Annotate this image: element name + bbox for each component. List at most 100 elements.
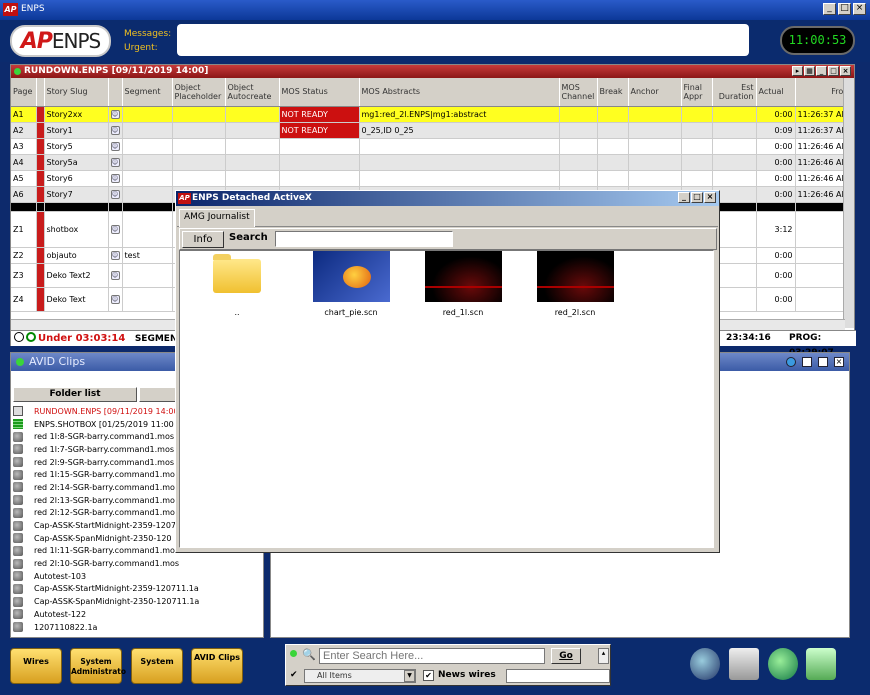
rundown-cell-mos[interactable]: NOT READY [279,106,360,123]
dropdown-arrow-icon[interactable]: ▼ [404,670,415,682]
dialog-titlebar[interactable]: AP ENPS Detached ActiveX _ □ × [176,191,719,206]
rundown-row[interactable]: A3 Story5 ☺ 0:00 11:26:46 AM [11,138,852,155]
rundown-cell-actual[interactable]: 0:00 [756,186,796,203]
rundown-cell-actual[interactable]: 0:09 [756,122,796,139]
avid-clip-item[interactable]: red 2l:10-SGR-barry.command1.mos [13,557,261,570]
printer-icon[interactable] [729,648,759,680]
panel-restore-button[interactable] [818,357,828,367]
rundown-cell-page[interactable] [11,202,37,212]
rundown-cell-actual[interactable]: 0:00 [756,170,796,187]
story-status-icon[interactable]: ☺ [108,106,123,123]
rundown-cell-abs[interactable] [359,154,560,171]
story-status-icon[interactable]: ☺ [108,138,123,155]
rundown-cell-mos[interactable] [279,154,360,171]
rundown-cell-brk[interactable] [597,122,629,139]
rundown-cell-actual[interactable]: 0:00 [756,287,796,312]
rundown-tool-button[interactable]: ▸ [792,66,803,76]
rundown-row[interactable]: A1 Story2xx ☺ NOT READY mg1:red_2l.ENPS|mg1:… [11,106,852,123]
file-item[interactable]: chart_pie.scn [308,251,394,317]
rundown-row[interactable]: A5 Story6 ☺ 0:00 11:26:46 AM [11,170,852,187]
col-header[interactable]: Segment [122,78,173,107]
story-status-icon[interactable]: ☺ [108,287,123,312]
story-status-icon[interactable]: ☺ [108,186,123,203]
rundown-cell-anc[interactable] [628,122,682,139]
rundown-cell-page[interactable]: A3 [11,138,37,155]
search-input[interactable] [319,648,545,664]
rundown-cell-actual[interactable]: 0:00 [756,138,796,155]
all-items-check-icon[interactable]: ✔ [290,670,298,680]
rundown-cell-ch[interactable] [559,106,598,123]
story-status-icon[interactable]: ☺ [108,263,123,288]
search-options-icon[interactable]: ▴ [598,648,609,664]
rundown-vertical-scrollbar[interactable] [843,78,854,328]
story-status-icon[interactable]: ☺ [108,154,123,171]
rundown-cell-est[interactable] [712,106,757,123]
rundown-cell-actual[interactable]: 3:12 [756,211,796,248]
all-items-select[interactable]: All Items [304,669,416,683]
rundown-cell-abs[interactable] [359,170,560,187]
avid-clip-item[interactable]: Autotest-103 [13,570,261,583]
rundown-cell-brk[interactable] [597,170,629,187]
story-status-icon[interactable]: ☺ [108,247,123,264]
rundown-cell-objac[interactable] [225,154,280,171]
dialog-search-input[interactable] [275,231,453,247]
rundown-cell-page[interactable]: A5 [11,170,37,187]
rundown-cell-anc[interactable] [628,170,682,187]
file-item[interactable]: .. [194,251,280,317]
rundown-cell-brk[interactable] [597,154,629,171]
rundown-cell-slug[interactable]: Story2xx [44,106,109,123]
rundown-cell-page[interactable]: Z2 [11,247,37,264]
avid-clip-item[interactable]: Cap-ASSK-SpanMidnight-2350-120711.1a [13,595,261,608]
col-header[interactable]: Est Duration [712,78,757,107]
col-header[interactable]: MOS Channel [559,78,598,107]
col-header[interactable]: MOS Abstracts [359,78,560,107]
col-header[interactable]: Page [11,78,37,107]
file-item[interactable]: red_2l.scn [532,251,618,317]
rundown-restore-button[interactable]: □ [828,66,839,76]
rundown-cell-mos[interactable]: NOT READY [279,122,360,139]
rundown-cell-abs[interactable] [359,138,560,155]
rundown-cell-slug[interactable]: Story5a [44,154,109,171]
rundown-cell-anc[interactable] [628,154,682,171]
rundown-cell-page[interactable]: A2 [11,122,37,139]
rundown-cell-abs[interactable]: mg1:red_2l.ENPS|mg1:abstract [359,106,560,123]
rundown-cell-est[interactable] [712,154,757,171]
rundown-close-button[interactable]: × [840,66,851,76]
rundown-cell-segment[interactable] [122,122,173,139]
dialog-close-button[interactable]: × [704,192,716,203]
rundown-minimize-button[interactable]: _ [816,66,827,76]
rundown-cell-ch[interactable] [559,122,598,139]
system-button[interactable]: System [131,648,183,684]
rundown-cell-fa[interactable] [681,154,713,171]
rundown-cell-segment[interactable] [122,138,173,155]
avid-clips-button[interactable]: AVID Clips [191,648,243,684]
rundown-cell-slug[interactable]: Story5 [44,138,109,155]
rundown-cell-segment[interactable] [122,186,173,203]
dialog-minimize-button[interactable]: _ [678,192,690,203]
rundown-row[interactable]: A2 Story1 ☺ NOT READY 0_25,ID 0_25 0:09 11:26:… [11,122,852,139]
panel-link-icon[interactable] [786,357,796,367]
col-header[interactable]: MOS Status [279,78,360,107]
rundown-cell-ch[interactable] [559,170,598,187]
maximize-button[interactable]: □ [838,3,851,15]
rundown-cell-objph[interactable] [172,138,226,155]
rundown-cell-smicon[interactable] [108,202,123,212]
rundown-cell-slug[interactable]: Deko Text [44,287,109,312]
rundown-cell-slug[interactable]: Story7 [44,186,109,203]
rundown-cell-fa[interactable] [681,122,713,139]
rundown-cell-slug[interactable] [44,202,109,212]
rundown-cell-page[interactable]: Z1 [11,211,37,248]
rundown-cell-segment[interactable] [122,202,173,212]
rundown-cell-segment[interactable] [122,170,173,187]
file-item[interactable]: red_1l.scn [420,251,506,317]
rundown-cell-page[interactable]: Z3 [11,263,37,288]
rundown-cell-slug[interactable]: shotbox [44,211,109,248]
network-globe-icon[interactable] [690,648,720,680]
avid-clip-item[interactable]: Autotest-122 [13,608,261,621]
rundown-cell-page[interactable]: Z4 [11,287,37,312]
col-header[interactable]: Final Appr [681,78,713,107]
messages-box[interactable] [177,24,749,56]
rundown-cell-objac[interactable] [225,170,280,187]
avid-clip-item[interactable]: Cap-ASSK-StartMidnight-2359-120711.1a [13,583,261,596]
story-status-icon[interactable]: ☺ [108,211,123,248]
